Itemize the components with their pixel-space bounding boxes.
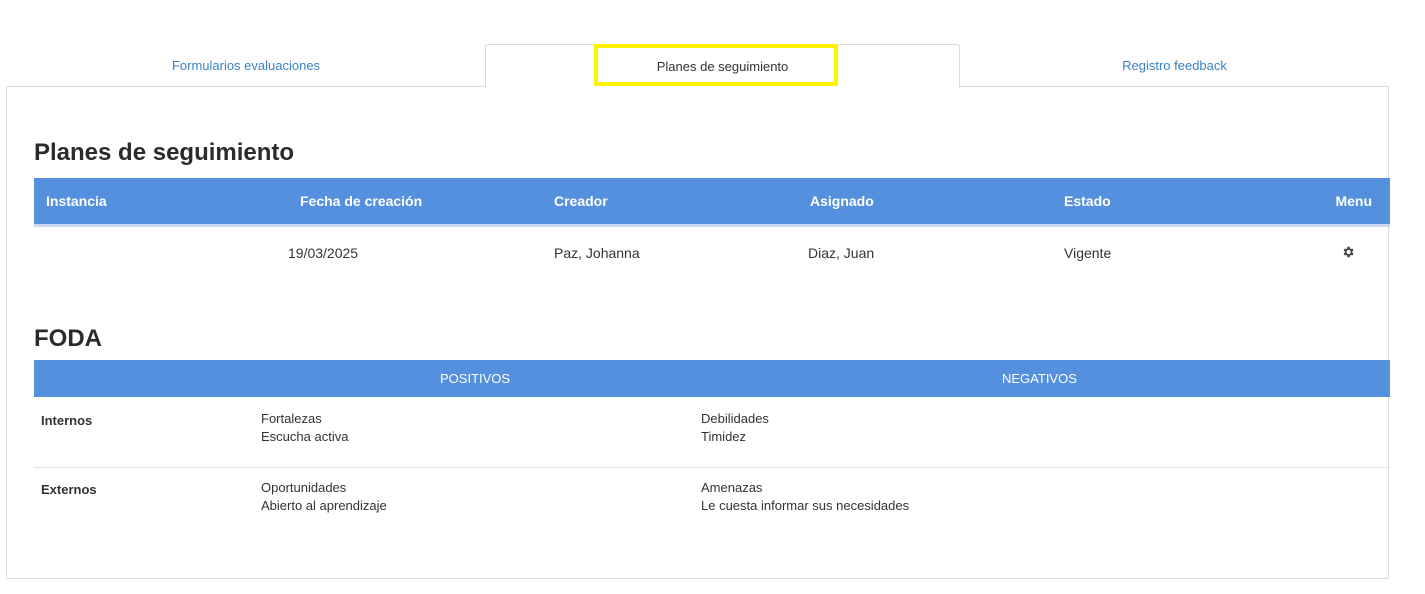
foda-cell-debilidades: Debilidades Timidez [701, 410, 769, 446]
cell-fecha: 19/03/2025 [288, 245, 359, 261]
cell-value: Timidez [701, 429, 747, 444]
foda-table-header: POSITIVOS NEGATIVOS [34, 360, 1390, 397]
header-underline [34, 224, 1390, 227]
gear-icon[interactable] [1341, 245, 1355, 259]
tab-formularios-evaluaciones[interactable]: Formularios evaluaciones [6, 44, 486, 87]
tab-registro-feedback[interactable]: Registro feedback [960, 44, 1389, 87]
cell-value: Abierto al aprendizaje [261, 498, 387, 513]
cell-asignado: Diaz, Juan [808, 245, 875, 261]
foda-cell-amenazas: Amenazas Le cuesta informar sus necesida… [701, 479, 909, 515]
content-panel: Planes de seguimiento Instancia Fecha de… [6, 86, 1390, 579]
col-header-menu: Menu [1335, 193, 1372, 209]
cell-estado: Vigente [1064, 245, 1112, 261]
foda-col-negativos: NEGATIVOS [1002, 371, 1077, 386]
cell-title: Debilidades [701, 411, 769, 426]
cell-title: Oportunidades [261, 480, 347, 495]
foda-row-label: Externos [41, 482, 97, 497]
cell-creador: Paz, Johanna [554, 245, 640, 261]
cell-value: Le cuesta informar sus necesidades [701, 498, 910, 513]
cell-title: Amenazas [701, 480, 763, 495]
foda-col-positivos: POSITIVOS [440, 371, 511, 386]
tab-planes-de-seguimiento[interactable]: Planes de seguimiento [485, 44, 960, 88]
foda-cell-oportunidades: Oportunidades Abierto al aprendizaje [261, 479, 387, 515]
tab-bar: Formularios evaluaciones Planes de segui… [6, 44, 1389, 88]
plans-section-title: Planes de seguimiento [34, 139, 295, 166]
col-header-instancia[interactable]: Instancia [46, 178, 107, 224]
foda-section-title: FODA [34, 325, 102, 352]
cell-title: Fortalezas [261, 411, 322, 426]
plans-table-header: Instancia Fecha de creación Creador Asig… [34, 178, 1390, 224]
page-root: Formularios evaluaciones Planes de segui… [0, 0, 1425, 594]
table-row[interactable]: 19/03/2025 Paz, Johanna Diaz, Juan Vigen… [34, 230, 1390, 276]
row-divider [34, 467, 1390, 468]
col-header-asignado[interactable]: Asignado [810, 178, 874, 224]
foda-cell-fortalezas: Fortalezas Escucha activa [261, 410, 348, 446]
cell-value: Escucha activa [261, 429, 349, 444]
col-header-estado[interactable]: Estado [1064, 178, 1111, 224]
col-header-fecha[interactable]: Fecha de creación [300, 178, 422, 224]
col-header-creador[interactable]: Creador [554, 178, 608, 224]
foda-row-label: Internos [41, 413, 93, 428]
